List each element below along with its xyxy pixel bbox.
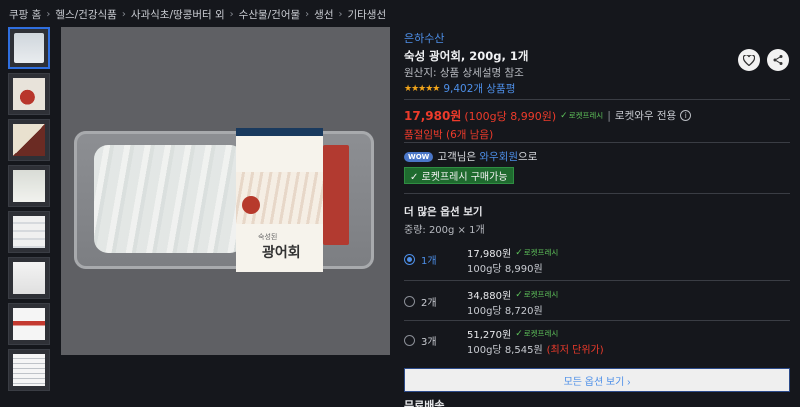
option-qty: 1개 xyxy=(421,256,437,267)
price-row: 17,980원 (100g당 8,990원) ✓ 로켓프레시 | 로켓와우 전용 … xyxy=(404,107,692,124)
thumbnail-1[interactable] xyxy=(8,27,50,69)
seller-link[interactable]: 은하수산 xyxy=(404,30,444,46)
rocket-wow-only: 로켓와우 전용 xyxy=(614,110,677,122)
breadcrumb-home[interactable]: 쿠팡 홈 xyxy=(9,7,41,22)
option-unit-price: 100g당 8,545원 (최저 단위가) xyxy=(467,345,604,356)
breadcrumb-other-fish[interactable]: 기타생선 xyxy=(347,7,386,22)
rocket-fresh-badge: ✓ 로켓프레시 xyxy=(515,289,559,300)
divider xyxy=(404,320,790,321)
product-title: 숙성 광어회, 200g, 1개 xyxy=(404,49,529,63)
option-radio[interactable] xyxy=(404,335,415,346)
rating-row: ★★★★★ 9,402개 상품평 xyxy=(404,81,515,96)
rocket-fresh-available-tag: ✓ 로켓프레시 구매가능 xyxy=(404,167,514,184)
option-radio-selected[interactable] xyxy=(404,254,415,265)
breadcrumb-health[interactable]: 헬스/건강식품 xyxy=(55,7,117,22)
rating-stars: ★★★★★ xyxy=(404,83,440,94)
sale-price: 17,980원 xyxy=(404,109,462,123)
breadcrumb-separator: › xyxy=(46,8,51,20)
option-price: 17,980원 ✓ 로켓프레시 xyxy=(467,247,559,261)
option-unit-price: 100g당 8,720원 xyxy=(467,306,543,317)
option-row[interactable]: 2개 34,880원 ✓ 로켓프레시 100g당 8,720원 xyxy=(404,286,790,320)
breadcrumb-separator: › xyxy=(305,8,310,20)
free-shipping-label: 무료배송 xyxy=(404,399,445,407)
package-label: 숙성된 광어회 xyxy=(236,128,323,272)
divider xyxy=(404,99,790,100)
wow-member-row: WOW 고객님은 와우회원 으로 xyxy=(404,149,537,164)
divider xyxy=(404,280,790,281)
heart-icon xyxy=(743,54,755,66)
wow-post-text: 으로 xyxy=(518,151,538,163)
thumbnail-7[interactable] xyxy=(8,303,50,345)
label-subtitle: 숙성된 xyxy=(258,233,278,241)
product-origin: 원산지: 상품 상세설명 참조 xyxy=(404,67,524,79)
all-options-button[interactable]: 모든 옵션 보기 › xyxy=(404,368,790,392)
review-count-link[interactable]: 9,402개 상품평 xyxy=(443,81,515,96)
rocket-icon: ✓ xyxy=(515,289,523,300)
breadcrumb-seafood[interactable]: 수산물/건어물 xyxy=(239,7,301,22)
thumbnail-4[interactable] xyxy=(8,165,50,207)
thumbnail-3[interactable] xyxy=(8,119,50,161)
breadcrumb-separator: › xyxy=(121,8,126,20)
option-row[interactable]: 1개 17,980원 ✓ 로켓프레시 100g당 8,990원 xyxy=(404,244,790,278)
option-qty: 3개 xyxy=(421,337,437,348)
package-side-card xyxy=(323,145,349,245)
breadcrumb-fish[interactable]: 생선 xyxy=(314,7,333,22)
option-price: 51,270원 ✓ 로켓프레시 xyxy=(467,328,559,342)
option-row[interactable]: 3개 51,270원 ✓ 로켓프레시 100g당 8,545원 (최저 단위가) xyxy=(404,325,790,359)
rocket-icon: ✓ xyxy=(515,247,523,258)
breadcrumb-separator: › xyxy=(338,8,343,20)
thumbnail-2[interactable] xyxy=(8,73,50,115)
wow-member-link[interactable]: 와우회원 xyxy=(479,149,518,164)
option-price: 34,880원 ✓ 로켓프레시 xyxy=(467,289,559,303)
thumbnail-8[interactable] xyxy=(8,349,50,391)
thumbnail-5[interactable] xyxy=(8,211,50,253)
rocket-icon: ✓ xyxy=(515,328,523,339)
divider xyxy=(404,193,790,194)
wow-pre-text: 고객님은 xyxy=(437,151,477,163)
thumbnail-6[interactable] xyxy=(8,257,50,299)
unit-price: (100g당 8,990원) xyxy=(464,109,557,123)
sashimi-slices xyxy=(94,145,244,253)
option-qty: 2개 xyxy=(421,298,437,309)
options-subtitle: 중량: 200g × 1개 xyxy=(404,225,485,236)
rocket-fresh-badge: ✓ 로켓프레시 xyxy=(515,247,559,258)
label-product-name: 광어회 xyxy=(262,245,301,261)
rocket-icon: ✓ xyxy=(560,110,568,121)
label-badge xyxy=(242,196,260,214)
rocket-fresh-badge: ✓ 로켓프레시 xyxy=(515,328,559,339)
lowest-unit-price-note: (최저 단위가) xyxy=(546,345,604,356)
breadcrumb-vinegar[interactable]: 사과식초/땅콩버터 외 xyxy=(131,7,225,22)
product-main-image: 숙성된 광어회 xyxy=(61,27,390,355)
wishlist-button[interactable] xyxy=(738,49,760,71)
separator-bar: | xyxy=(607,109,611,122)
breadcrumb: 쿠팡 홈 › 헬스/건강식품 › 사과식초/땅콩버터 외 › 수산물/건어물 › 생선 ›… xyxy=(9,6,386,22)
more-options-title: 더 많은 옵션 보기 xyxy=(404,206,483,218)
wow-badge: WOW xyxy=(404,151,434,162)
breadcrumb-separator: › xyxy=(229,8,234,20)
divider xyxy=(404,142,790,143)
rocket-fresh-badge: ✓ 로켓프레시 xyxy=(560,110,604,121)
share-icon xyxy=(773,55,783,65)
thumbnail-list xyxy=(8,27,52,395)
option-radio[interactable] xyxy=(404,296,415,307)
option-unit-price: 100g당 8,990원 xyxy=(467,264,543,275)
share-button[interactable] xyxy=(767,49,789,71)
info-icon[interactable]: i xyxy=(680,110,692,121)
stock-status: 품절임박 (6개 남음) xyxy=(404,129,494,141)
